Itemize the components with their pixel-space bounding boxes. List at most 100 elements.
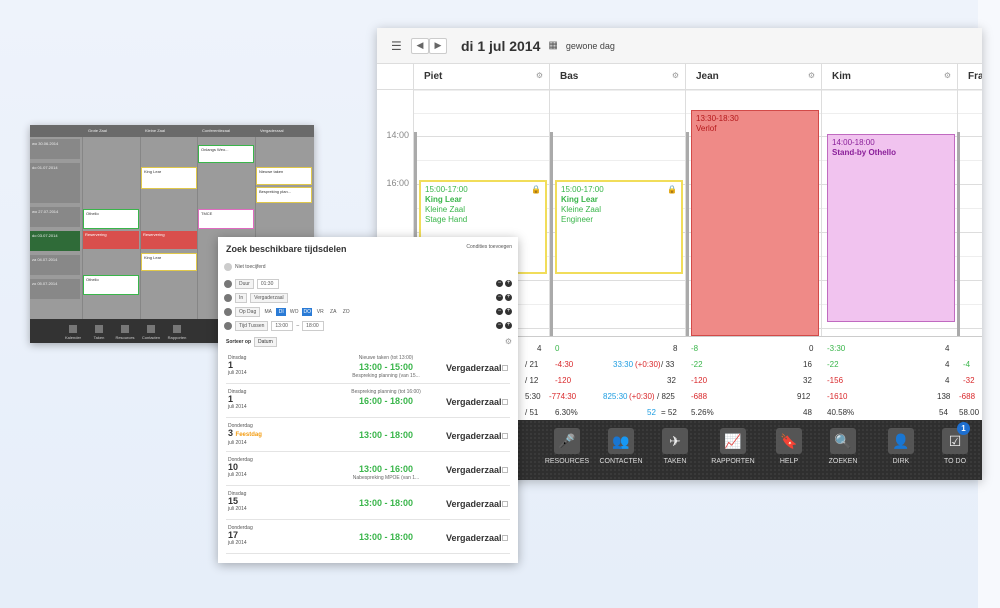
day-toggle[interactable]: ZO — [341, 308, 351, 316]
result-row[interactable]: Donderdag 17 juli 2014 13:00 - 18:00 Verga… — [226, 521, 510, 554]
minus-icon[interactable]: − — [496, 322, 503, 329]
duration-input[interactable]: 01:30 — [256, 279, 279, 289]
toolbar-taken-button[interactable]: ✈ TAKEN — [649, 428, 701, 465]
toolbar-zoeken-button[interactable]: 🔍 ZOEKEN — [817, 428, 869, 465]
event-standby-kim[interactable]: 14:00-18:00 Stand-by Othello — [827, 134, 955, 322]
event[interactable]: Bespreking plan... — [256, 187, 312, 203]
event[interactable]: TMCE — [198, 209, 254, 229]
plus-icon[interactable]: + — [505, 294, 512, 301]
result-checkbox[interactable] — [502, 535, 508, 541]
room-column-headers: Grote Zaal Kleine Zaal Conferentiezaal V… — [30, 125, 314, 137]
result-row[interactable]: Dinsdag 15 juli 2014 13:00 - 18:00 Vergade… — [226, 487, 510, 520]
time-from-input[interactable]: 13:00 — [271, 321, 294, 331]
todo-badge: 1 — [957, 422, 970, 435]
event[interactable]: King Lear — [141, 167, 197, 189]
sort-select[interactable]: Datum — [254, 337, 277, 347]
add-remove-controls: − + — [496, 280, 512, 287]
bookmark-icon: 🔖 — [776, 428, 802, 454]
gear-icon[interactable]: ⚙ — [944, 71, 951, 80]
toggle-icon[interactable] — [224, 280, 232, 288]
event[interactable]: Nieuwe taken — [256, 167, 312, 185]
time-to-input[interactable]: 18:00 — [302, 321, 325, 331]
prev-day-button[interactable]: ◀ — [411, 37, 429, 54]
result-checkbox[interactable] — [502, 467, 508, 473]
time-filter: Tijd Tussen 13:00–18:00 — [224, 321, 325, 331]
minus-icon[interactable]: − — [496, 308, 503, 315]
toolbar-rapporten-button[interactable]: 📈 RAPPORTEN — [707, 428, 759, 465]
result-row[interactable]: Dinsdag 1 juli 2014 Bespreking planning (t… — [226, 385, 510, 418]
toggle-icon[interactable] — [224, 263, 232, 271]
room-header[interactable]: Grote Zaal — [88, 128, 107, 133]
toggle-icon[interactable] — [224, 294, 232, 302]
time-label: 16:00 — [386, 178, 409, 188]
add-remove-controls: − + — [496, 308, 512, 315]
column-header-fra[interactable]: Fra — [957, 64, 982, 90]
small-toolbar-item[interactable]: Kalender — [60, 325, 86, 340]
room-header[interactable]: Vergaderzaal — [260, 128, 284, 133]
add-conditions-link[interactable]: Condities toevoegen — [466, 244, 512, 250]
current-date[interactable]: di 1 jul 2014 — [461, 38, 540, 54]
gear-icon[interactable]: ⚙ — [536, 71, 543, 80]
checkbox-icon: ☑ 1 — [942, 422, 970, 454]
column-header-kim[interactable]: Kim ⚙ — [821, 64, 957, 90]
room-select[interactable]: Vergaderzaal — [250, 293, 288, 303]
day-label: za 04.07.2014 — [30, 255, 80, 275]
day-filter: Op Dag MA DI WO DO VR ZA ZO — [224, 307, 351, 317]
day-toggle[interactable]: DO — [302, 308, 313, 316]
add-remove-controls: − + — [496, 322, 512, 329]
toolbar-help-button[interactable]: 🔖 HELP — [763, 428, 815, 465]
column-header-jean[interactable]: Jean ⚙ — [685, 64, 821, 90]
plus-icon[interactable]: + — [505, 280, 512, 287]
room-header[interactable]: Kleine Zaal — [145, 128, 165, 133]
result-checkbox[interactable] — [502, 365, 508, 371]
settings-icon[interactable]: ⚙ — [505, 337, 512, 346]
plus-icon[interactable]: + — [505, 322, 512, 329]
gear-icon[interactable]: ⚙ — [808, 71, 815, 80]
room-header[interactable]: Conferentiezaal — [202, 128, 230, 133]
paper-plane-icon: ✈ — [662, 428, 688, 454]
day-label: wo 27.07.2014 — [30, 207, 80, 227]
toolbar-user-button[interactable]: 👤 DIRK — [875, 428, 927, 465]
result-row[interactable]: Donderdag 10 juli 2014 13:00 - 16:00 Nabes… — [226, 453, 510, 486]
result-row[interactable]: Donderdag 3 Feestdag juli 2014 13:00 - 18:… — [226, 419, 510, 452]
minus-icon[interactable]: − — [496, 294, 503, 301]
gear-icon[interactable]: ⚙ — [672, 71, 679, 80]
event[interactable]: Onlangs Weo... — [198, 145, 254, 163]
menu-icon[interactable]: ☰ — [391, 39, 403, 53]
option-row[interactable]: Niet toecijferd — [224, 263, 266, 271]
small-toolbar-item[interactable]: Resources — [112, 325, 138, 340]
plus-icon[interactable]: + — [505, 308, 512, 315]
small-toolbar-item[interactable]: Rapporten — [164, 325, 190, 340]
small-toolbar-item[interactable]: Taken — [86, 325, 112, 340]
day-toggle[interactable]: VR — [315, 308, 325, 316]
result-row[interactable]: Dinsdag 1 juli 2014 Nieuwe taken (tot 13:0… — [226, 351, 510, 384]
event[interactable]: Othello — [83, 275, 139, 295]
column-header-bas[interactable]: Bas ⚙ — [549, 64, 685, 90]
result-checkbox[interactable] — [502, 399, 508, 405]
toggle-icon[interactable] — [224, 322, 232, 330]
toggle-icon[interactable] — [224, 308, 232, 316]
lock-icon: 🔒 — [531, 185, 541, 194]
event[interactable]: Reservering — [83, 231, 139, 249]
event-verlof-jean[interactable]: 13:30-18:30 Verlof — [691, 110, 819, 336]
toolbar-todo-button[interactable]: ☑ 1 TO DO — [929, 422, 981, 465]
day-toggle[interactable]: ZA — [328, 308, 338, 316]
result-checkbox[interactable] — [502, 433, 508, 439]
day-toggle[interactable]: WO — [289, 308, 299, 316]
next-day-button[interactable]: ▶ — [429, 37, 447, 54]
search-icon: 🔍 — [830, 428, 856, 454]
event-king-lear-bas[interactable]: 15:00-17:00 King Lear Kleine Zaal Engine… — [555, 180, 683, 274]
event[interactable]: King Lear — [141, 253, 197, 271]
event[interactable]: Reservering — [141, 231, 197, 249]
minus-icon[interactable]: − — [496, 280, 503, 287]
column-header-piet[interactable]: Piet ⚙ — [413, 64, 549, 90]
event[interactable]: Othello — [83, 209, 139, 229]
calendar-icon[interactable]: ▦ — [548, 40, 557, 51]
day-toggle[interactable]: MA — [263, 308, 273, 316]
result-checkbox[interactable] — [502, 501, 508, 507]
user-icon: 👤 — [888, 428, 914, 454]
toolbar-contacten-button[interactable]: 👥 CONTACTEN — [595, 428, 647, 465]
small-toolbar-item[interactable]: Contacten — [138, 325, 164, 340]
day-toggle[interactable]: DI — [276, 308, 287, 316]
toolbar-resources-button[interactable]: 🎤 RESOURCES — [541, 428, 593, 465]
